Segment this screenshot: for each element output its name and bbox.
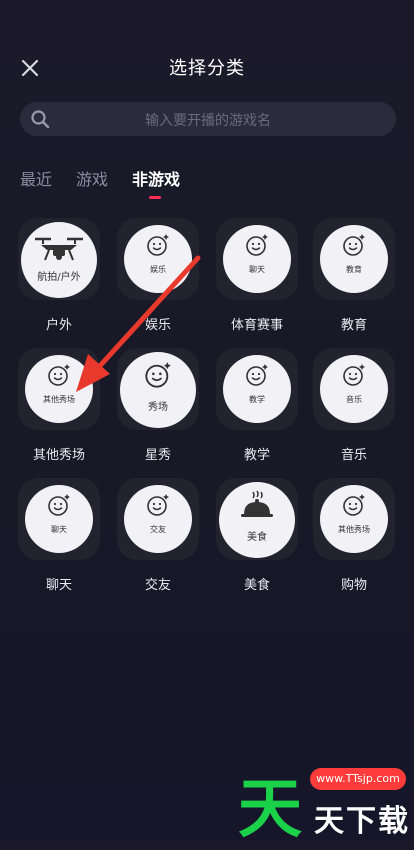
category-food[interactable]: 美食 美食 <box>209 478 305 606</box>
category-name: 教学 <box>243 448 270 463</box>
watermark-url: www.TTsjp.com <box>310 768 406 790</box>
watermark-text: 天下载 <box>314 804 410 839</box>
drone-icon <box>35 237 83 261</box>
category-name: 教育 <box>340 318 367 333</box>
category-name: 购物 <box>340 578 367 593</box>
category-education[interactable]: 教育 教育 <box>306 218 402 346</box>
category-friends[interactable]: 交友 交友 <box>110 478 206 606</box>
icon-label: 美食 <box>247 532 267 543</box>
category-name: 交友 <box>144 578 171 593</box>
search-input[interactable]: 输入要开播的游戏名 <box>20 102 396 136</box>
smile-icon <box>246 364 268 386</box>
category-name: 体育赛事 <box>230 318 283 333</box>
category-name: 其他秀场 <box>32 448 85 463</box>
category-name: 聊天 <box>45 578 72 593</box>
icon-label: 娱乐 <box>150 265 166 274</box>
smile-icon <box>343 364 365 386</box>
category-name: 美食 <box>243 578 270 593</box>
active-tab-indicator <box>149 196 161 199</box>
smile-icon <box>343 234 365 256</box>
smile-icon <box>147 494 169 516</box>
smile-icon <box>48 364 70 386</box>
smile-icon <box>48 494 70 516</box>
category-chat[interactable]: 聊天 聊天 <box>11 478 107 606</box>
icon-label: 教育 <box>346 265 362 274</box>
page-title: 选择分类 <box>169 58 245 79</box>
category-star-show[interactable]: 秀场 星秀 <box>110 348 206 476</box>
icon-label: 其他秀场 <box>338 525 370 534</box>
category-teaching[interactable]: 教学 教学 <box>209 348 305 476</box>
category-name: 星秀 <box>144 448 171 463</box>
icon-label: 教学 <box>249 395 265 404</box>
icon-label: 聊天 <box>249 265 265 274</box>
category-name: 音乐 <box>340 448 367 463</box>
category-shopping[interactable]: 其他秀场 购物 <box>306 478 402 606</box>
category-entertainment[interactable]: 娱乐 娱乐 <box>110 218 206 346</box>
header: 选择分类 <box>0 40 414 96</box>
category-outdoor[interactable]: 航拍/户外 户外 <box>11 218 107 346</box>
icon-label: 音乐 <box>346 395 362 404</box>
category-music[interactable]: 音乐 音乐 <box>306 348 402 476</box>
tab-non-games[interactable]: 非游戏 <box>132 166 180 190</box>
smile-icon <box>343 494 365 516</box>
watermark-logo: 天 <box>238 773 302 847</box>
category-name: 娱乐 <box>144 318 171 333</box>
food-cover-icon <box>241 490 273 517</box>
icon-label: 聊天 <box>51 525 67 534</box>
icon-label: 航拍/户外 <box>37 272 81 283</box>
smile-icon <box>147 234 169 256</box>
category-sports[interactable]: 聊天 体育赛事 <box>209 218 305 346</box>
watermark: 天 www.TTsjp.com 天下载 <box>238 752 414 847</box>
smile-icon <box>145 362 171 388</box>
search-placeholder: 输入要开播的游戏名 <box>145 113 271 129</box>
smile-icon <box>246 234 268 256</box>
icon-label: 其他秀场 <box>43 395 75 404</box>
icon-label: 秀场 <box>148 402 168 413</box>
category-other-show[interactable]: 其他秀场 其他秀场 <box>11 348 107 476</box>
icon-label: 交友 <box>150 525 166 534</box>
tab-recent[interactable]: 最近 <box>20 166 52 190</box>
tab-games[interactable]: 游戏 <box>76 166 108 190</box>
category-name: 户外 <box>45 318 72 333</box>
